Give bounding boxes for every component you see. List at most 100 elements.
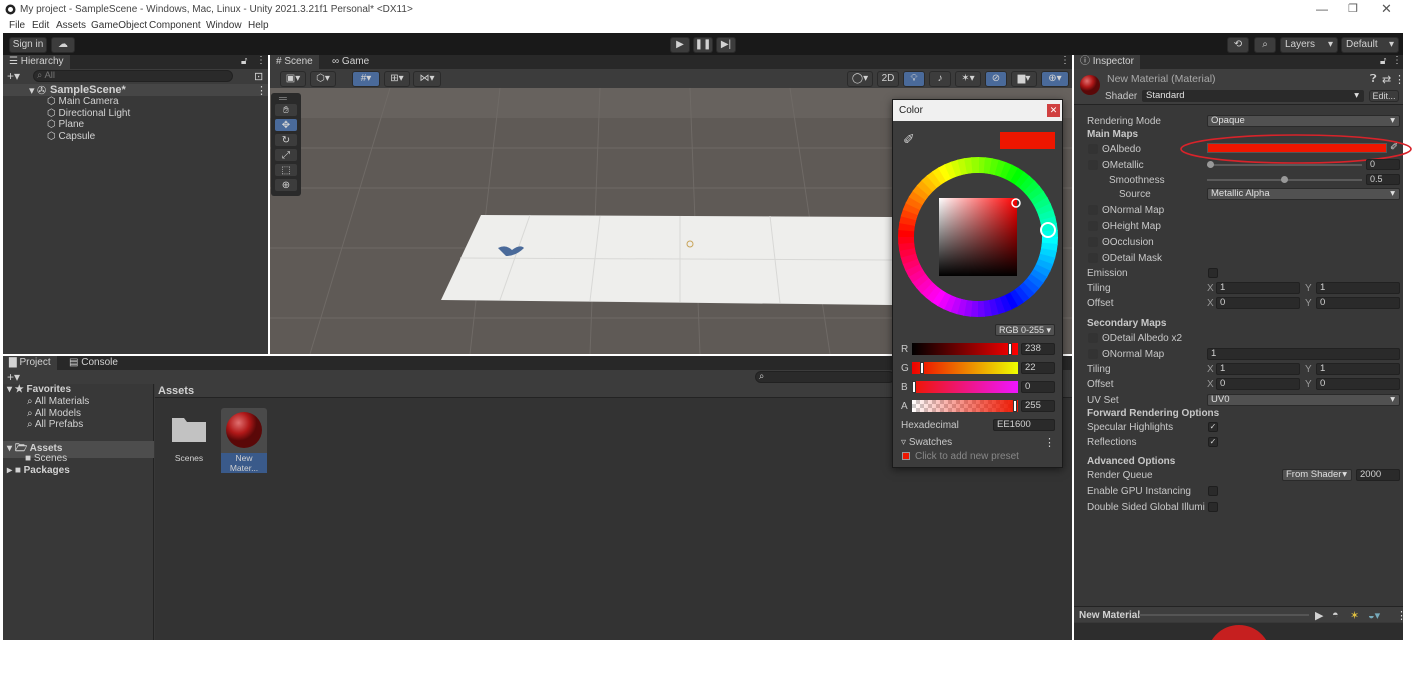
swatch-preset[interactable] — [902, 452, 910, 460]
hex-input[interactable]: EE1600 — [993, 419, 1055, 431]
pause-button[interactable]: ❚❚ — [693, 37, 713, 53]
menu-window[interactable]: Window — [206, 20, 242, 31]
folder-row[interactable]: ■ Scenes — [25, 453, 67, 464]
menu-assets[interactable]: Assets — [56, 20, 86, 31]
menu-help[interactable]: Help — [248, 20, 269, 31]
hierarchy-search-input[interactable]: ⌕ All — [33, 70, 233, 82]
light-icon[interactable]: ✶ — [1350, 609, 1359, 622]
transform-tool[interactable]: ⊕ — [274, 178, 298, 192]
close-icon[interactable]: ✕ — [1381, 1, 1392, 17]
audio-button[interactable]: ♪ — [929, 71, 951, 87]
more-icon[interactable]: ⋮ — [1394, 73, 1405, 86]
shading-button[interactable]: ◯▾ — [847, 71, 873, 87]
render-queue-dropdown[interactable]: From Shader ▾ — [1282, 469, 1352, 481]
restore-icon[interactable]: ❐ — [1348, 2, 1358, 15]
favorite-item[interactable]: ⌕ All Materials — [27, 396, 89, 407]
red-value-field[interactable]: 238 — [1021, 343, 1055, 355]
more-icon[interactable]: ⋮ — [1396, 609, 1407, 622]
minimize-icon[interactable]: — — [1316, 2, 1328, 16]
toggle-2d-button[interactable]: 2D — [877, 71, 899, 87]
menu-file[interactable]: File — [9, 20, 25, 31]
green-slider[interactable] — [912, 362, 1018, 374]
texture-slot[interactable] — [1088, 205, 1098, 215]
emission-checkbox[interactable] — [1208, 268, 1218, 278]
snap-increment-button[interactable]: ⊞▾ — [384, 71, 410, 87]
layers-dropdown[interactable]: Layers ▾ — [1280, 37, 1338, 53]
hue-wheel[interactable] — [898, 157, 1058, 317]
color-mode-dropdown[interactable]: RGB 0-255 ▾ — [995, 324, 1055, 336]
step-button[interactable]: ▶| — [716, 37, 736, 53]
texture-slot[interactable] — [1088, 333, 1098, 343]
rendering-mode-dropdown[interactable]: Opaque ▾ — [1207, 115, 1400, 127]
lighting-button[interactable]: 💡︎ — [903, 71, 925, 87]
help-icon[interactable]: ❓︎ — [1370, 73, 1377, 86]
more-icon[interactable]: ⋮ — [256, 55, 266, 66]
tab-game[interactable]: ∞ Game — [326, 55, 375, 69]
scale-tool[interactable]: ⤢ — [274, 148, 298, 162]
tab-scene[interactable]: # Scene — [270, 55, 319, 69]
rect-tool[interactable]: ⬚ — [274, 163, 298, 177]
sec-tiling-x-field[interactable]: 1 — [1216, 363, 1300, 375]
move-tool[interactable]: ✥ — [274, 118, 298, 132]
offset-y-field[interactable]: 0 — [1316, 297, 1400, 309]
more-icon[interactable]: ⋮ — [1392, 55, 1402, 66]
close-button[interactable]: ✕ — [1047, 104, 1060, 117]
metallic-slider[interactable] — [1207, 161, 1362, 168]
hierarchy-item[interactable]: ⬡ Directional Light — [47, 108, 130, 119]
gpu-instancing-checkbox[interactable] — [1208, 486, 1218, 496]
add-icon[interactable]: +▾ — [7, 69, 20, 83]
tiling-y-field[interactable]: 1 — [1316, 282, 1400, 294]
tab-inspector[interactable]: ⓘ Inspector — [1074, 55, 1140, 69]
shader-dropdown[interactable]: Standard ▾ — [1142, 90, 1364, 102]
texture-slot[interactable] — [1088, 160, 1098, 170]
red-slider[interactable] — [912, 343, 1018, 355]
search-button[interactable]: ⌕ — [1254, 37, 1276, 53]
source-dropdown[interactable]: Metallic Alpha ▾ — [1207, 188, 1400, 200]
sec-offset-y-field[interactable]: 0 — [1316, 378, 1400, 390]
asset-tile[interactable]: Scenes — [169, 408, 209, 464]
more-icon[interactable]: ⋮ — [1044, 436, 1055, 449]
alpha-value-field[interactable]: 255 — [1021, 400, 1055, 412]
align-button[interactable]: ⋈▾ — [413, 71, 441, 87]
tab-hierarchy[interactable]: ☰ Hierarchy — [3, 55, 70, 69]
sec-offset-x-field[interactable]: 0 — [1216, 378, 1300, 390]
breadcrumb-label[interactable]: Assets — [158, 385, 194, 397]
effects-button[interactable]: ✶▾ — [955, 71, 981, 87]
favorite-item[interactable]: ⌕ All Models — [27, 408, 81, 419]
swatches-header[interactable]: ▿ Swatches — [901, 437, 952, 448]
menu-component[interactable]: Component — [149, 20, 201, 31]
metallic-value-field[interactable]: 0 — [1366, 159, 1400, 170]
reflections-checkbox[interactable]: ✓ — [1208, 437, 1218, 447]
specular-checkbox[interactable]: ✓ — [1208, 422, 1218, 432]
sign-in-button[interactable]: Sign in — [9, 37, 47, 53]
smoothness-slider[interactable] — [1207, 176, 1362, 183]
background-icon[interactable]: ◒▾ — [1368, 609, 1380, 622]
texture-slot[interactable] — [1088, 144, 1098, 154]
packages-row[interactable]: ▸ ■ Packages — [7, 465, 70, 476]
green-value-field[interactable]: 22 — [1021, 362, 1055, 374]
hierarchy-item[interactable]: ⬡ Main Camera — [47, 96, 119, 107]
pivot-button[interactable]: ⬡▾ — [310, 71, 336, 87]
play-button[interactable]: ▶ — [670, 37, 690, 53]
menu-edit[interactable]: Edit — [32, 20, 49, 31]
project-search-input[interactable]: ⌕ — [755, 371, 895, 383]
rotate-tool[interactable]: ↻ — [274, 133, 298, 147]
blue-value-field[interactable]: 0 — [1021, 381, 1055, 393]
more-icon[interactable]: ⋮ — [256, 84, 267, 97]
expand-icon[interactable]: ▾ — [29, 84, 35, 97]
more-icon[interactable]: ⋮ — [1060, 55, 1070, 66]
alpha-slider[interactable] — [912, 400, 1018, 412]
eyedropper-icon[interactable]: ✐ — [903, 131, 915, 148]
history-button[interactable]: ⟲ — [1227, 37, 1249, 53]
tab-console[interactable]: ▤ Console — [63, 356, 124, 370]
offset-x-field[interactable]: 0 — [1216, 297, 1300, 309]
blue-slider[interactable] — [912, 381, 1018, 393]
hierarchy-item[interactable]: ⬡ Plane — [47, 119, 84, 130]
grid-snap-button[interactable]: #▾ — [352, 71, 380, 87]
tiling-x-field[interactable]: 1 — [1216, 282, 1300, 294]
tab-project[interactable]: ▇ Project — [3, 356, 57, 370]
scene-row[interactable]: ▾ ✇ SampleScene* ⋮ — [3, 84, 268, 97]
uv-set-dropdown[interactable]: UV0 ▾ — [1207, 394, 1400, 406]
gizmos-button[interactable]: ⊕▾ — [1041, 71, 1069, 87]
add-icon[interactable]: +▾ — [7, 370, 20, 384]
